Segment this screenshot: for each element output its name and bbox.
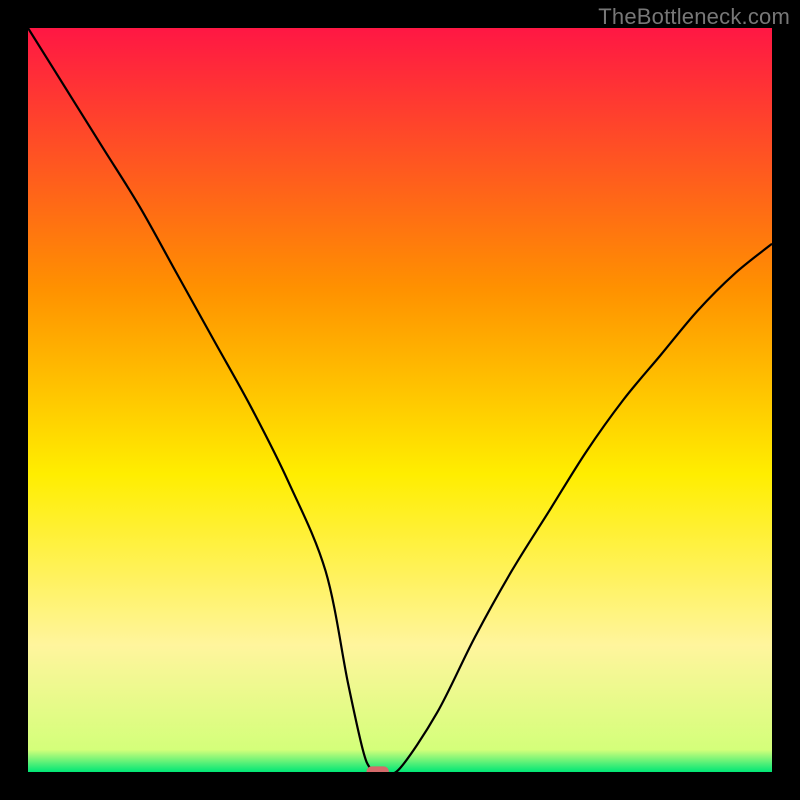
plot-area <box>28 28 772 772</box>
watermark-text: TheBottleneck.com <box>598 4 790 30</box>
chart-background <box>28 28 772 772</box>
chart-frame: TheBottleneck.com <box>0 0 800 800</box>
chart-svg <box>28 28 772 772</box>
min-marker <box>367 766 389 772</box>
